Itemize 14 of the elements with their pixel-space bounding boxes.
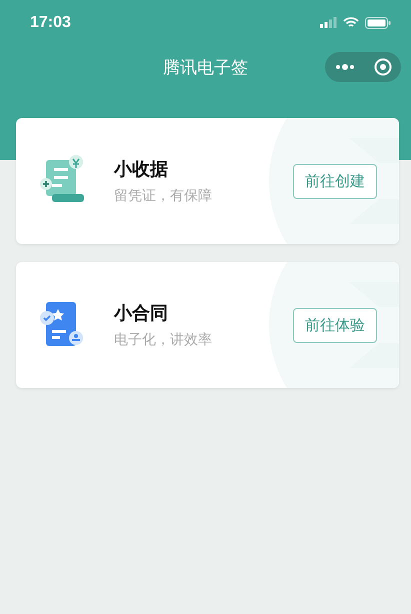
card-subtitle: 留凭证，有保障	[114, 187, 213, 205]
card-title: 小收据	[114, 158, 169, 181]
battery-icon	[365, 16, 391, 28]
signal-icon	[320, 17, 337, 28]
card-title: 小合同	[114, 302, 169, 325]
more-icon[interactable]	[334, 64, 354, 70]
action-button[interactable]: 前往体验	[293, 308, 377, 342]
close-icon[interactable]	[374, 58, 392, 76]
action-button[interactable]: 前往创建	[293, 164, 377, 198]
page-title: 腾讯电子签	[163, 57, 248, 79]
card-subtitle: 电子化，讲效率	[114, 331, 213, 349]
wifi-icon	[343, 16, 359, 28]
status-time: 17:03	[30, 14, 71, 32]
capsule-menu[interactable]	[325, 52, 401, 82]
